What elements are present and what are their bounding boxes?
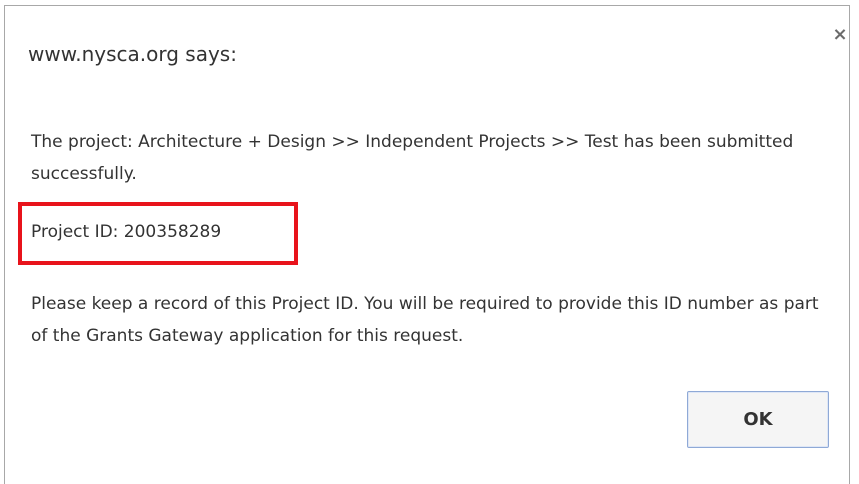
dialog-title: www.nysca.org says: (28, 42, 237, 66)
alert-dialog: www.nysca.org says: × The project: Archi… (4, 5, 850, 484)
record-note: Please keep a record of this Project ID.… (31, 294, 819, 346)
close-icon[interactable]: × (831, 26, 849, 44)
project-id-text: Project ID: 200358289 (31, 222, 222, 242)
ok-button[interactable]: OK (687, 391, 829, 448)
submission-message: The project: Architecture + Design >> In… (31, 132, 794, 184)
